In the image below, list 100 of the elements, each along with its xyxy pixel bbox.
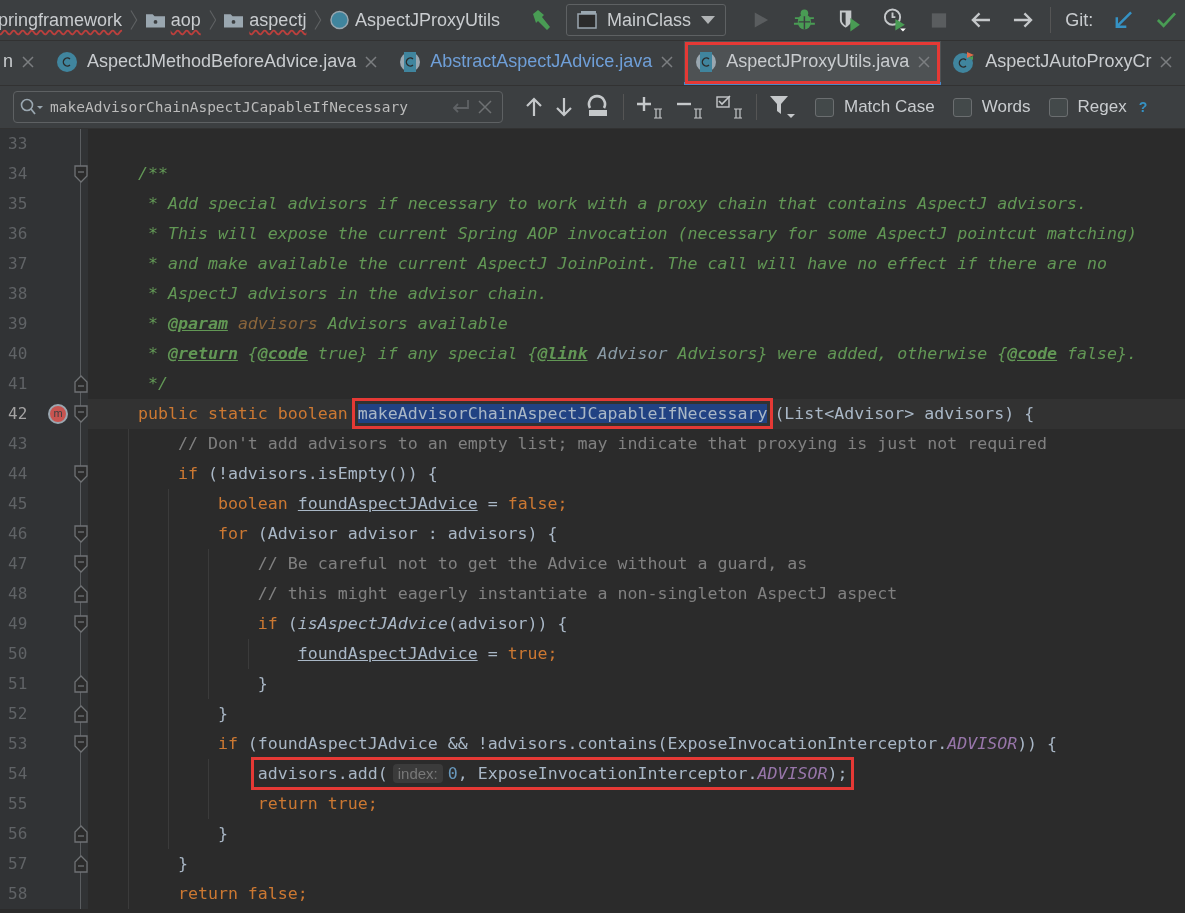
forward-arrow-icon[interactable] [1013, 11, 1035, 29]
constant-name: ADVISOR [947, 734, 1018, 753]
editor-tab[interactable]: AspectJProxyUtils.java [684, 41, 942, 85]
tab-label[interactable]: n [3, 51, 13, 72]
editor-tab[interactable]: AspectJMethodBeforeAdvice.java [45, 41, 389, 85]
doc-comment: * and make available the current AspectJ JoinPoint. The call will have no effect if there are no [147, 254, 1108, 273]
tab-label[interactable]: AbstractAspectJAdvice.java [430, 51, 653, 72]
search-field[interactable]: makeAdvisorChainAspectJCapableIfNecessary [13, 91, 503, 123]
fold-icon[interactable] [74, 705, 88, 723]
doc-tag: @code [1007, 344, 1058, 363]
tab-label[interactable]: AspectJProxyUtils.java [726, 51, 910, 72]
search-option-checkbox[interactable]: Regex [1048, 97, 1127, 117]
close-icon[interactable] [365, 55, 378, 68]
filter-icon[interactable] [769, 94, 797, 120]
chevron-icon [208, 9, 217, 31]
fold-icon[interactable] [74, 165, 88, 183]
fold-icon[interactable] [74, 735, 88, 753]
arrow-up-icon[interactable] [525, 97, 543, 117]
arrow-down-left-icon[interactable] [1113, 9, 1135, 31]
parameter-hint: index: [392, 764, 443, 783]
doc-comment: false}. [1066, 344, 1138, 363]
fold-icon[interactable] [74, 825, 88, 843]
search-option-checkbox[interactable]: Match Case [815, 97, 935, 117]
doc-tag: @link [537, 344, 588, 363]
close-icon[interactable] [22, 55, 34, 68]
doc-comment: Advisors} were added, otherwise { [676, 344, 1008, 363]
tab-label[interactable]: AspectJAutoProxyCr [985, 51, 1152, 72]
code-text: } [177, 854, 188, 873]
doc-comment: * AspectJ advisors in the advisor chain. [147, 284, 548, 303]
code-text: ); [827, 764, 848, 783]
fold-icon[interactable] [74, 855, 88, 873]
arrow-down-icon[interactable] [555, 97, 573, 117]
variable-name: foundAspectJAdvice [297, 644, 478, 663]
code-text: } [217, 824, 228, 843]
abstract-class-icon [695, 50, 718, 73]
breadcrumb[interactable]: AspectJProxyUtils [355, 9, 501, 31]
class-icon [330, 10, 349, 30]
keyword: false; [507, 494, 568, 513]
select-all-occurrences-icon[interactable] [716, 95, 744, 119]
fold-icon[interactable] [74, 675, 88, 693]
run-config-dropdown[interactable]: MainClass [566, 4, 727, 36]
keyword: if [177, 464, 198, 483]
keyword: public static boolean [137, 404, 349, 423]
keyword: true; [507, 644, 558, 663]
keyword: for [217, 524, 248, 543]
search-input[interactable]: makeAdvisorChainAspectJCapableIfNecessary [50, 99, 444, 115]
variable-name: foundAspectJAdvice [297, 494, 478, 513]
chevron-icon [314, 9, 322, 31]
doc-comment: { [246, 344, 258, 363]
keyword: return true; [257, 794, 378, 813]
fold-icon[interactable] [74, 375, 88, 393]
abstract-class-icon [399, 50, 422, 73]
method-call: isAspectJAdvice [297, 614, 448, 633]
clock-run-icon[interactable] [882, 7, 908, 33]
code-text: (advisor)) { [447, 614, 568, 633]
close-icon[interactable] [661, 55, 674, 68]
code-text: = [486, 494, 499, 513]
folder-icon [224, 12, 244, 28]
back-arrow-icon[interactable] [970, 11, 992, 29]
fold-icon[interactable] [74, 585, 88, 603]
clear-icon[interactable] [478, 100, 492, 114]
hammer-icon[interactable] [530, 9, 553, 31]
editor-tab[interactable]: AspectJAutoProxyCr [941, 41, 1184, 85]
code-text: (List<Advisor> advisors) { [774, 404, 1035, 423]
fold-icon[interactable] [74, 465, 88, 483]
fold-icon[interactable] [74, 615, 88, 633]
code-text: advisors.add( [257, 764, 388, 783]
shield-run-icon[interactable] [837, 8, 861, 32]
constant-name: ADVISOR [757, 764, 828, 783]
fold-icon[interactable] [74, 405, 88, 423]
doc-comment: * [147, 344, 159, 363]
close-icon[interactable] [918, 55, 931, 68]
doc-comment: Advisors available [326, 314, 508, 333]
doc-param: advisors [236, 314, 318, 333]
fold-icon[interactable] [74, 525, 88, 543]
code-text: , ExposeInvocationInterceptor. [457, 764, 758, 783]
code-text: (Advisor advisor : advisors) { [256, 524, 558, 543]
line-number: 42 [7, 403, 29, 425]
fold-icon[interactable] [74, 555, 88, 573]
code-text: (foundAspectJAdvice && !advisors.contains(ExposeInvocationInterceptor. [246, 734, 948, 753]
doc-comment: /** [137, 164, 168, 183]
doc-comment: * Add special advisors if necessary to work with a proxy chain that contains AspectJ advisors. [147, 194, 1088, 213]
breadcrumb[interactable]: pringframework [0, 9, 123, 31]
bug-icon[interactable] [793, 8, 816, 32]
keyword: if [217, 734, 238, 753]
search-option-checkbox[interactable]: Words [952, 97, 1031, 117]
add-occurrence-icon[interactable] [636, 95, 664, 119]
chevron-icon [130, 9, 138, 31]
breadcrumb[interactable]: aspectj [249, 9, 307, 31]
breadcrumb[interactable]: aop [170, 9, 201, 31]
keyword: boolean [217, 494, 289, 513]
number-literal: 0 [447, 764, 458, 783]
editor-tab[interactable]: n [0, 41, 45, 85]
git-label: Git: [1065, 9, 1094, 31]
code-comment: // this might eagerly instantiate a non-singleton AspectJ aspect [257, 584, 898, 603]
doc-comment: true} if any special { [316, 344, 538, 363]
class-icon [56, 50, 78, 73]
editor-tab[interactable]: AbstractAspectJAdvice.java [388, 41, 685, 85]
tab-label[interactable]: AspectJMethodBeforeAdvice.java [87, 51, 357, 72]
close-icon[interactable] [1160, 55, 1173, 68]
